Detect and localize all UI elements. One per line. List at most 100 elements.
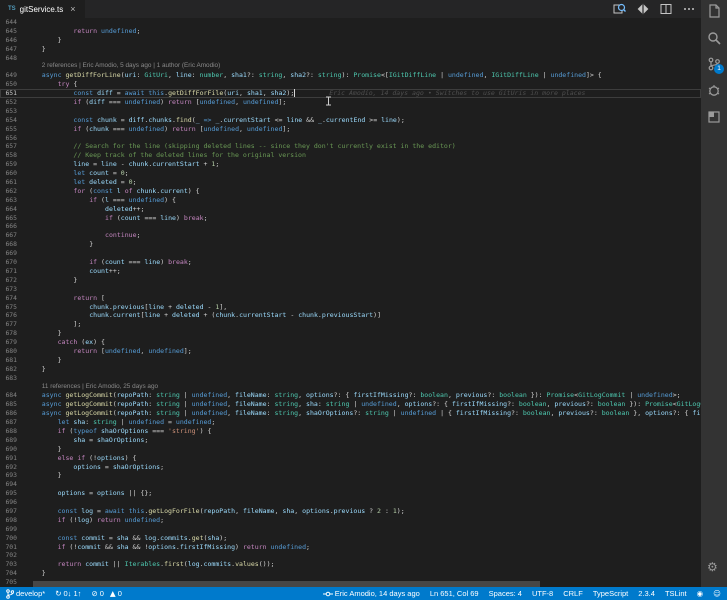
code-line[interactable]: 669: [0, 249, 701, 258]
extensions-icon[interactable]: [707, 110, 721, 124]
split-editor-icon[interactable]: [660, 3, 672, 15]
language-mode[interactable]: TypeScript: [593, 589, 628, 598]
line-number: [0, 62, 26, 71]
code-line[interactable]: 654 const chunk = diff.chunks.find(_ => _…: [0, 116, 701, 125]
code-line[interactable]: 658// Keep track of the deleted lines fo…: [0, 151, 701, 160]
eye-icon[interactable]: ◉: [697, 589, 704, 598]
line-number: 695: [5, 489, 17, 498]
open-changes-icon[interactable]: [613, 3, 626, 15]
codelens-link[interactable]: 11 references | Eric Amodio, 25 days ago: [26, 383, 158, 392]
line-number: 698: [5, 515, 17, 524]
line-number: 646: [5, 35, 17, 44]
code-line[interactable]: 686 async getLogCommit(repoPath: string |…: [0, 409, 701, 418]
code-line[interactable]: 698 if (!log) return undefined;: [0, 516, 701, 525]
code-line[interactable]: 644: [0, 18, 701, 27]
search-icon[interactable]: [707, 31, 721, 45]
code-line[interactable]: 653: [0, 107, 701, 116]
code-line[interactable]: 656: [0, 134, 701, 143]
code-line[interactable]: 685 async getLogCommit(repoPath: string |…: [0, 400, 701, 409]
code-line[interactable]: 649 async getDiffForLine(uri: GitUri, lin…: [0, 71, 701, 80]
close-tab-icon[interactable]: ×: [70, 4, 75, 14]
code-line[interactable]: 650 try {: [0, 80, 701, 89]
code-line[interactable]: 691 else if (!options) {: [0, 454, 701, 463]
code-line[interactable]: 668}: [0, 240, 701, 249]
code-line[interactable]: 675 chunk.previous[line + deleted - 1],: [0, 303, 701, 312]
code-line[interactable]: 663 if (l === undefined) {: [0, 196, 701, 205]
code-line[interactable]: 700 const commit = sha && log.commits.get…: [0, 534, 701, 543]
encoding-status[interactable]: UTF-8: [532, 589, 553, 598]
code-line[interactable]: 676 chunk.current[line + deleted + (chunk…: [0, 311, 701, 320]
code-line[interactable]: 664 deleted++;: [0, 205, 701, 214]
code-line[interactable]: 684 async getLogCommit(repoPath: string |…: [0, 391, 701, 400]
typescript-version[interactable]: 2.3.4: [638, 589, 655, 598]
line-number: 684: [5, 391, 17, 400]
code-line[interactable]: 690}: [0, 445, 701, 454]
code-line[interactable]: 703 return commit || Iterables.first(log.…: [0, 560, 701, 569]
code-line[interactable]: 672}: [0, 276, 701, 285]
code-line[interactable]: 679 catch (ex) {: [0, 338, 701, 347]
code-line[interactable]: 662 for (const l of chunk.current) {: [0, 187, 701, 196]
code-line[interactable]: 682}: [0, 365, 701, 374]
git-sync-item[interactable]: ↻ 0↓ 1↑: [55, 589, 81, 598]
code-line[interactable]: 702: [0, 551, 701, 560]
tab-gitservice[interactable]: TS gitService.ts ×: [0, 0, 85, 18]
code-line[interactable]: 683: [0, 374, 701, 383]
code-editor[interactable]: 644 645 return undefined; 646} 647} 648 2 refe…: [0, 18, 701, 587]
code-line[interactable]: 704}: [0, 569, 701, 578]
git-branch-item[interactable]: develop*: [6, 588, 45, 599]
code-line[interactable]: 689 sha = shaOrOptions;: [0, 436, 701, 445]
gitlens-blame-icon[interactable]: [637, 3, 649, 15]
code-line[interactable]: 646}: [0, 36, 701, 45]
code-line[interactable]: 657// Search for the line (skipping dele…: [0, 142, 701, 151]
code-line[interactable]: 667 continue;: [0, 231, 701, 240]
code-line[interactable]: 651 const diff = await this.getDiffForFil…: [0, 89, 701, 99]
code-line[interactable]: 670 if (count === line) break;: [0, 258, 701, 267]
code-line[interactable]: 660 let count = 0;: [0, 169, 701, 178]
code-line[interactable]: 678}: [0, 329, 701, 338]
code-line[interactable]: 665 if (count === line) break;: [0, 214, 701, 223]
indentation-status[interactable]: Spaces: 4: [489, 589, 522, 598]
code-line[interactable]: 655 if (chunk === undefined) return [unde…: [0, 125, 701, 134]
eol-status[interactable]: CRLF: [563, 589, 583, 598]
code-line[interactable]: 688 if (typeof shaOrOptions === 'string')…: [0, 427, 701, 436]
code-line[interactable]: 701 if (!commit && sha && !options.firstI…: [0, 543, 701, 552]
code-line[interactable]: 677];: [0, 320, 701, 329]
settings-gear-icon[interactable]: ⚙: [707, 560, 718, 574]
code-line[interactable]: 674 return [: [0, 294, 701, 303]
line-number: 702: [5, 551, 17, 560]
code-line[interactable]: 680 return [undefined, undefined];: [0, 347, 701, 356]
codelens-row[interactable]: 2 references | Eric Amodio, 5 days ago |…: [0, 62, 701, 71]
line-number: 660: [5, 169, 17, 178]
code-line[interactable]: 647}: [0, 45, 701, 54]
code-line[interactable]: 652 if (diff === undefined) return [undef…: [0, 98, 701, 107]
code-line[interactable]: 694: [0, 480, 701, 489]
more-actions-icon[interactable]: [683, 3, 695, 15]
inline-blame-annotation: Eric Amodio, 14 days ago • Switches to u…: [329, 89, 586, 98]
line-number: 659: [5, 160, 17, 169]
debug-icon[interactable]: [707, 84, 721, 98]
code-line[interactable]: 661 let deleted = 0;: [0, 178, 701, 187]
feedback-smiley-icon[interactable]: ☺: [713, 589, 721, 598]
code-line[interactable]: 692 options = shaOrOptions;: [0, 463, 701, 472]
code-line[interactable]: 681}: [0, 356, 701, 365]
codelens-link[interactable]: 2 references | Eric Amodio, 5 days ago |…: [26, 62, 220, 71]
code-line[interactable]: 696: [0, 498, 701, 507]
code-line[interactable]: 645 return undefined;: [0, 27, 701, 36]
code-line[interactable]: 648: [0, 54, 701, 63]
code-line[interactable]: 659 line = line - chunk.currentStart + 1;: [0, 160, 701, 169]
gitlens-blame-status[interactable]: Eric Amodio, 14 days ago: [322, 589, 420, 598]
code-line[interactable]: 695 options = options || {};: [0, 489, 701, 498]
cursor-position[interactable]: Ln 651, Col 69: [430, 589, 479, 598]
code-line[interactable]: 699: [0, 525, 701, 534]
code-line[interactable]: 697 const log = await this.getLogForFile(…: [0, 507, 701, 516]
code-line[interactable]: 673: [0, 285, 701, 294]
code-line[interactable]: 693}: [0, 471, 701, 480]
code-line[interactable]: 671 count++;: [0, 267, 701, 276]
code-line[interactable]: 666: [0, 222, 701, 231]
tslint-status[interactable]: TSLint: [665, 589, 687, 598]
codelens-row[interactable]: 11 references | Eric Amodio, 25 days ago: [0, 383, 701, 392]
explorer-icon[interactable]: [707, 4, 721, 18]
commit-icon: [322, 591, 333, 596]
code-line[interactable]: 687 let sha: string | undefined = undefin…: [0, 418, 701, 427]
problems-item[interactable]: ⊘ 0 ▲ 0: [91, 589, 121, 598]
